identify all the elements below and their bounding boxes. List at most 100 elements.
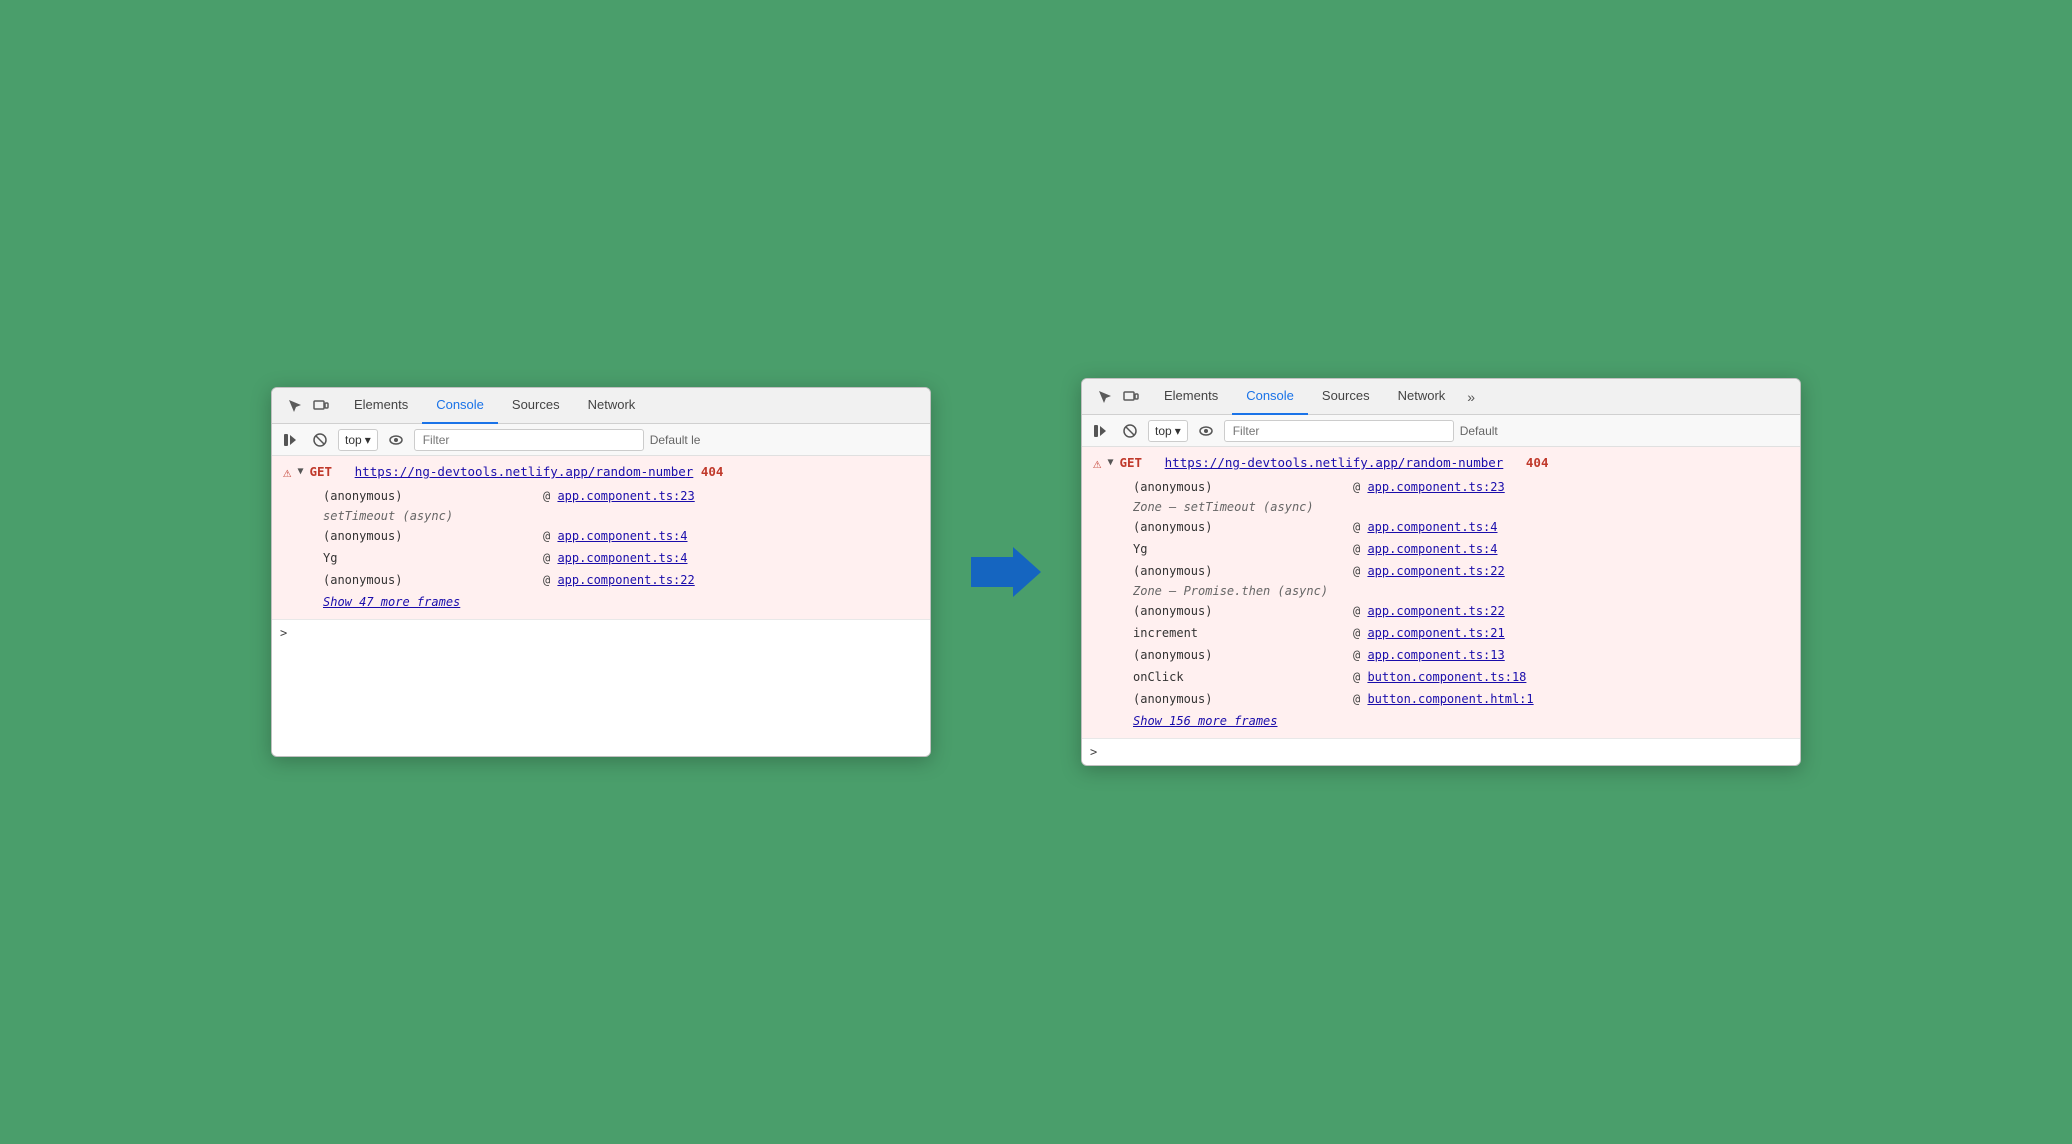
- right-eye-btn[interactable]: [1194, 419, 1218, 443]
- left-console-prompt[interactable]: >: [272, 619, 930, 646]
- left-run-btn[interactable]: [278, 428, 302, 452]
- right-frame-1-at: @: [1353, 518, 1367, 536]
- right-error-method: GET: [1119, 455, 1142, 470]
- right-cursor-icon[interactable]: [1094, 386, 1116, 408]
- right-frame-6-at: @: [1353, 646, 1367, 664]
- right-frame-1: (anonymous) @ app.component.ts:4: [1085, 516, 1800, 538]
- left-error-expand[interactable]: ▼: [297, 466, 303, 477]
- right-filter-input[interactable]: [1224, 420, 1454, 442]
- left-frame-1-link[interactable]: app.component.ts:4: [557, 527, 687, 545]
- right-error-entry: ⚠ ▼ GET https://ng-devtools.netlify.app/…: [1082, 447, 1800, 738]
- right-frame-8-link[interactable]: button.component.html:1: [1367, 690, 1533, 708]
- left-filter-input[interactable]: [414, 429, 644, 451]
- right-frame-6-name: (anonymous): [1133, 646, 1353, 664]
- right-frame-5-name: increment: [1133, 624, 1353, 642]
- right-frame-2-link[interactable]: app.component.ts:4: [1367, 540, 1497, 558]
- right-frame-8: (anonymous) @ button.component.html:1: [1085, 688, 1800, 710]
- right-frame-2-at: @: [1353, 540, 1367, 558]
- right-tab-more[interactable]: »: [1459, 389, 1483, 405]
- left-frame-0-link[interactable]: app.component.ts:23: [557, 487, 694, 505]
- right-frame-4: (anonymous) @ app.component.ts:22: [1085, 600, 1800, 622]
- right-frame-8-name: (anonymous): [1133, 690, 1353, 708]
- right-devtools-window: Elements Console Sources Network » to: [1081, 378, 1801, 766]
- right-error-expand[interactable]: ▼: [1107, 457, 1113, 468]
- device-icon[interactable]: [310, 395, 332, 417]
- left-show-more[interactable]: Show 47 more frames: [275, 591, 930, 615]
- left-tab-elements[interactable]: Elements: [340, 388, 422, 424]
- left-frame-3-at: @: [543, 571, 557, 589]
- right-frame-0: (anonymous) @ app.component.ts:23: [1085, 476, 1800, 498]
- left-eye-btn[interactable]: [384, 428, 408, 452]
- left-console-content: ⚠ ▼ GET https://ng-devtools.netlify.app/…: [272, 456, 930, 756]
- right-run-btn[interactable]: [1088, 419, 1112, 443]
- right-frame-3-name: (anonymous): [1133, 562, 1353, 580]
- right-tab-network[interactable]: Network: [1384, 379, 1460, 415]
- right-frame-2-name: Yg: [1133, 540, 1353, 558]
- left-frame-1: (anonymous) @ app.component.ts:4: [275, 525, 930, 547]
- right-async-0: Zone — setTimeout (async): [1085, 498, 1800, 516]
- left-default-label: Default le: [650, 433, 701, 447]
- right-frame-4-link[interactable]: app.component.ts:22: [1367, 602, 1504, 620]
- left-frame-0-name: (anonymous): [323, 487, 543, 505]
- right-frame-0-link[interactable]: app.component.ts:23: [1367, 478, 1504, 496]
- left-frame-1-at: @: [543, 527, 557, 545]
- left-async-0: setTimeout (async): [275, 507, 930, 525]
- left-error-url-end: r: [686, 464, 694, 479]
- left-devtools-window: Elements Console Sources Network top: [271, 387, 931, 757]
- left-frame-3-name: (anonymous): [323, 571, 543, 589]
- left-frame-0-at: @: [543, 487, 557, 505]
- left-frame-1-name: (anonymous): [323, 527, 543, 545]
- right-tab-console[interactable]: Console: [1232, 379, 1308, 415]
- right-error-text: GET https://ng-devtools.netlify.app/rand…: [1119, 455, 1548, 470]
- right-error-url[interactable]: https://ng-devtools.netlify.app/random-n…: [1165, 455, 1504, 470]
- right-frame-3-link[interactable]: app.component.ts:22: [1367, 562, 1504, 580]
- right-frame-0-name: (anonymous): [1133, 478, 1353, 496]
- right-error-header: ⚠ ▼ GET https://ng-devtools.netlify.app/…: [1085, 451, 1800, 476]
- left-tab-console[interactable]: Console: [422, 388, 498, 424]
- right-device-icon[interactable]: [1120, 386, 1142, 408]
- arrow-container: [971, 547, 1041, 597]
- right-top-selector[interactable]: top ▾: [1148, 420, 1188, 442]
- left-frame-3-link[interactable]: app.component.ts:22: [557, 571, 694, 589]
- right-console-content: ⚠ ▼ GET https://ng-devtools.netlify.app/…: [1082, 447, 1800, 765]
- left-prompt-symbol: >: [280, 626, 287, 640]
- right-frame-6: (anonymous) @ app.component.ts:13: [1085, 644, 1800, 666]
- right-clear-btn[interactable]: [1118, 419, 1142, 443]
- right-toolbar: top ▾ Default: [1082, 415, 1800, 447]
- left-error-url[interactable]: https://ng-devtools.netlify.app/random-n…: [355, 464, 686, 479]
- right-frame-7-at: @: [1353, 668, 1367, 686]
- right-top-chevron: ▾: [1175, 424, 1181, 438]
- cursor-icon[interactable]: [284, 395, 306, 417]
- left-frame-2-name: Yg: [323, 549, 543, 567]
- right-frame-7-link[interactable]: button.component.ts:18: [1367, 668, 1526, 686]
- left-frame-2: Yg @ app.component.ts:4: [275, 547, 930, 569]
- scene: Elements Console Sources Network top: [271, 378, 1801, 766]
- right-frame-7: onClick @ button.component.ts:18: [1085, 666, 1800, 688]
- left-error-method: GET: [309, 464, 332, 479]
- right-frame-3-at: @: [1353, 562, 1367, 580]
- right-frame-1-link[interactable]: app.component.ts:4: [1367, 518, 1497, 536]
- left-top-selector[interactable]: top ▾: [338, 429, 378, 451]
- right-frame-0-at: @: [1353, 478, 1367, 496]
- right-frame-6-link[interactable]: app.component.ts:13: [1367, 646, 1504, 664]
- left-clear-btn[interactable]: [308, 428, 332, 452]
- right-frame-5: increment @ app.component.ts:21: [1085, 622, 1800, 644]
- right-async-1: Zone — Promise.then (async): [1085, 582, 1800, 600]
- right-tab-sources[interactable]: Sources: [1308, 379, 1384, 415]
- right-error-status: 404: [1526, 455, 1549, 470]
- right-show-more[interactable]: Show 156 more frames: [1085, 710, 1800, 734]
- right-error-icon: ⚠: [1093, 456, 1101, 472]
- left-frame-0: (anonymous) @ app.component.ts:23: [275, 485, 930, 507]
- left-tab-sources[interactable]: Sources: [498, 388, 574, 424]
- left-error-status: 404: [701, 464, 724, 479]
- right-console-prompt[interactable]: >: [1082, 738, 1800, 765]
- left-frame-3: (anonymous) @ app.component.ts:22: [275, 569, 930, 591]
- right-frame-5-link[interactable]: app.component.ts:21: [1367, 624, 1504, 642]
- left-frame-2-link[interactable]: app.component.ts:4: [557, 549, 687, 567]
- right-frame-5-at: @: [1353, 624, 1367, 642]
- forward-arrow-icon: [971, 547, 1041, 597]
- right-tab-bar-icons: [1086, 386, 1150, 408]
- right-tab-elements[interactable]: Elements: [1150, 379, 1232, 415]
- right-top-label: top: [1155, 424, 1172, 438]
- left-tab-network[interactable]: Network: [574, 388, 650, 424]
